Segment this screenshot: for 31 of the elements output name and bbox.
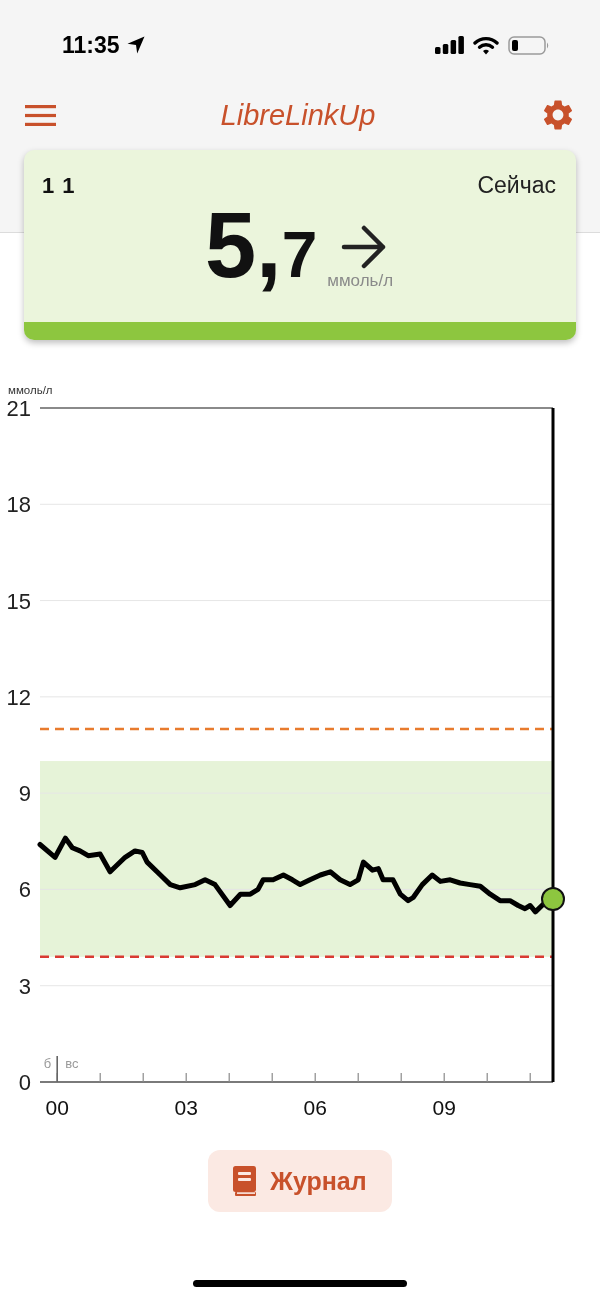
app-title: LibreLinkUp	[220, 98, 376, 132]
day-label: б	[43, 1056, 52, 1071]
x-axis-tick-label: 00	[45, 1096, 69, 1119]
y-axis-tick-label: 15	[6, 588, 31, 614]
book-icon	[233, 1166, 257, 1196]
day-label: вс	[65, 1056, 79, 1071]
journal-button[interactable]: Журнал	[208, 1150, 392, 1212]
battery-icon	[508, 35, 550, 55]
arrow-right-icon	[341, 225, 388, 269]
menu-icon[interactable]	[25, 104, 56, 126]
reading-time-label: Сейчас	[477, 172, 556, 199]
location-arrow-icon	[126, 36, 145, 54]
glucose-value: 5,7	[204, 199, 318, 291]
signal-icon	[435, 36, 464, 54]
y-axis-tick-label: 6	[18, 877, 31, 903]
y-axis-tick-label: 0	[18, 1070, 31, 1095]
y-axis-tick-label: 18	[6, 492, 31, 518]
day-divider-line	[56, 1055, 58, 1083]
x-axis-tick-label: 03	[174, 1096, 198, 1119]
x-axis-tick-label: 06	[303, 1096, 327, 1119]
x-axis-tick-label: 09	[432, 1096, 456, 1119]
axis-unit-label: ммоль/л	[8, 384, 53, 396]
y-axis-tick-label: 9	[18, 781, 31, 807]
y-axis-tick-label: 12	[6, 684, 31, 710]
current-reading-dot-icon	[541, 887, 565, 912]
y-axis-tick-label: 3	[18, 973, 31, 999]
sensor-label: 1 1	[42, 172, 76, 199]
status-time: 11:35	[62, 31, 120, 59]
wifi-icon	[473, 35, 499, 55]
y-axis-tick-label: 21	[6, 396, 31, 421]
unit-label: ммоль/л	[327, 271, 394, 291]
